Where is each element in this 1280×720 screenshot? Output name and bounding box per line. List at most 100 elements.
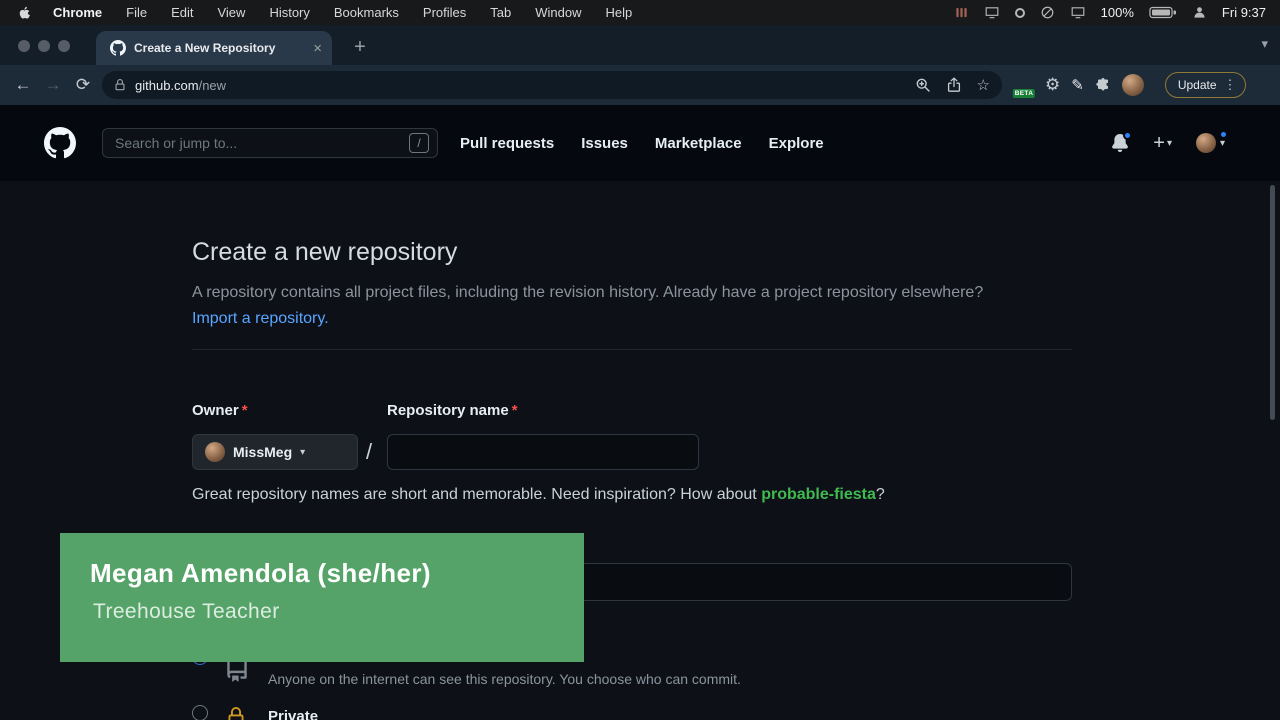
owner-avatar [205, 442, 225, 462]
nav-explore[interactable]: Explore [769, 135, 824, 152]
new-tab-button[interactable]: + [346, 33, 374, 61]
presenter-lower-third: Megan Amendola (she/her) Treehouse Teach… [60, 533, 584, 662]
repo-name-hint: Great repository names are short and mem… [192, 486, 885, 504]
window-zoom-button[interactable] [58, 40, 70, 52]
menubar-item-history[interactable]: History [257, 5, 321, 20]
tab-search-chevron-icon[interactable]: ▾ [1261, 36, 1268, 52]
record-icon[interactable] [1015, 8, 1025, 18]
create-new-button[interactable]: +▾ [1153, 132, 1172, 155]
battery-percentage: 100% [1101, 5, 1134, 20]
url-domain: github.com [135, 78, 199, 93]
window-close-button[interactable] [18, 40, 30, 52]
editor-extension-icon[interactable]: ✎ [1071, 76, 1084, 94]
browser-toolbar: ← → ⟳ github.com/new ☆ BETA ⚙ ✎ Update ⋮ [0, 65, 1280, 105]
tab-title: Create a New Repository [134, 41, 305, 55]
hint-suffix: ? [876, 486, 885, 503]
chevron-down-icon: ▾ [1220, 138, 1225, 149]
notification-dot [1123, 131, 1132, 140]
suggested-name-link[interactable]: probable-fiesta [761, 486, 876, 503]
forward-button[interactable]: → [38, 75, 68, 95]
user-avatar [1196, 133, 1216, 153]
settings-extension-icon[interactable]: ⚙ [1045, 75, 1060, 95]
menubar-item-chrome[interactable]: Chrome [41, 5, 114, 20]
nav-pull-requests[interactable]: Pull requests [460, 135, 554, 152]
presenter-role: Treehouse Teacher [93, 600, 584, 624]
public-description: Anyone on the internet can see this repo… [268, 671, 741, 687]
github-search-input[interactable]: Search or jump to... / [102, 128, 438, 158]
display-icon[interactable] [1070, 5, 1086, 20]
share-icon[interactable] [946, 77, 962, 93]
repository-name-label: Repository name* [387, 402, 518, 419]
owner-label-text: Owner [192, 402, 239, 419]
github-nav: Pull requests Issues Marketplace Explore [460, 135, 824, 152]
app-status-icon[interactable] [954, 5, 969, 20]
apple-menu-icon[interactable] [18, 5, 33, 21]
menubar-item-edit[interactable]: Edit [159, 5, 205, 20]
private-label: Private [268, 708, 318, 720]
chevron-down-icon: ▾ [300, 447, 305, 458]
user-switch-icon[interactable] [1192, 5, 1207, 20]
import-repository-link[interactable]: Import a repository. [192, 310, 329, 327]
section-divider [192, 349, 1072, 350]
owner-label: Owner* [192, 402, 248, 419]
screen: Chrome File Edit View History Bookmarks … [0, 0, 1280, 720]
presenter-name: Megan Amendola (she/her) [90, 558, 584, 589]
lock-icon [114, 79, 126, 91]
menubar-item-help[interactable]: Help [594, 5, 645, 20]
owner-repo-separator: / [366, 434, 372, 470]
url-text: github.com/new [135, 78, 226, 93]
hint-text: Great repository names are short and mem… [192, 486, 761, 503]
extensions-area: BETA ⚙ ✎ Update ⋮ [1014, 72, 1246, 98]
browser-tab-active[interactable]: Create a New Repository × [96, 31, 332, 65]
menubar-status-icons: 100% Fri 9:37 [954, 5, 1280, 20]
do-not-disturb-icon[interactable] [1040, 5, 1055, 20]
slash-shortcut-key: / [409, 133, 429, 153]
nav-issues[interactable]: Issues [581, 135, 628, 152]
extensions-puzzle-icon[interactable] [1095, 77, 1111, 93]
chrome-update-button[interactable]: Update ⋮ [1165, 72, 1246, 98]
repository-name-input[interactable] [387, 434, 699, 470]
page-scrollbar[interactable] [1270, 185, 1275, 420]
reload-button[interactable]: ⟳ [68, 75, 98, 95]
menubar-item-view[interactable]: View [205, 5, 257, 20]
bookmark-star-icon[interactable]: ☆ [977, 76, 990, 94]
notifications-button[interactable] [1111, 134, 1129, 152]
address-bar[interactable]: github.com/new ☆ [102, 71, 1002, 99]
owner-name: MissMeg [233, 444, 292, 460]
github-favicon [110, 40, 126, 56]
beta-extension-icon[interactable]: BETA [1014, 75, 1034, 95]
private-radio[interactable] [192, 705, 208, 720]
private-lock-icon [226, 706, 246, 720]
url-path: /new [199, 78, 226, 93]
screen-mirroring-icon[interactable] [984, 5, 1000, 20]
nav-marketplace[interactable]: Marketplace [655, 135, 742, 152]
battery-icon[interactable] [1149, 6, 1177, 19]
macos-menubar: Chrome File Edit View History Bookmarks … [0, 0, 1280, 25]
menubar-clock[interactable]: Fri 9:37 [1222, 5, 1266, 20]
browser-tabstrip: Create a New Repository × + ▾ [0, 25, 1280, 65]
chevron-down-icon: ▾ [1167, 138, 1172, 149]
intro-text: A repository contains all project files,… [192, 284, 983, 301]
menubar-menus: Chrome File Edit View History Bookmarks … [0, 5, 644, 21]
back-button[interactable]: ← [8, 75, 38, 95]
user-menu-button[interactable]: ▾ [1196, 133, 1225, 153]
browser-profile-avatar[interactable] [1122, 74, 1144, 96]
menubar-item-profiles[interactable]: Profiles [411, 5, 478, 20]
zoom-icon[interactable] [915, 77, 931, 93]
menubar-item-file[interactable]: File [114, 5, 159, 20]
browser-menu-icon[interactable]: ⋮ [1224, 77, 1237, 93]
menubar-item-bookmarks[interactable]: Bookmarks [322, 5, 411, 20]
menubar-item-window[interactable]: Window [523, 5, 593, 20]
github-header-actions: +▾ ▾ [1111, 132, 1225, 155]
github-logo-icon[interactable] [44, 127, 76, 159]
avatar-notification-dot [1219, 130, 1228, 139]
required-asterisk: * [512, 402, 518, 419]
window-controls [18, 40, 70, 52]
menubar-item-tab[interactable]: Tab [478, 5, 523, 20]
beta-badge: BETA [1013, 89, 1035, 98]
page-title: Create a new repository [192, 238, 457, 267]
tab-close-icon[interactable]: × [313, 41, 322, 56]
owner-select-button[interactable]: MissMeg ▾ [192, 434, 358, 470]
required-asterisk: * [242, 402, 248, 419]
window-minimize-button[interactable] [38, 40, 50, 52]
